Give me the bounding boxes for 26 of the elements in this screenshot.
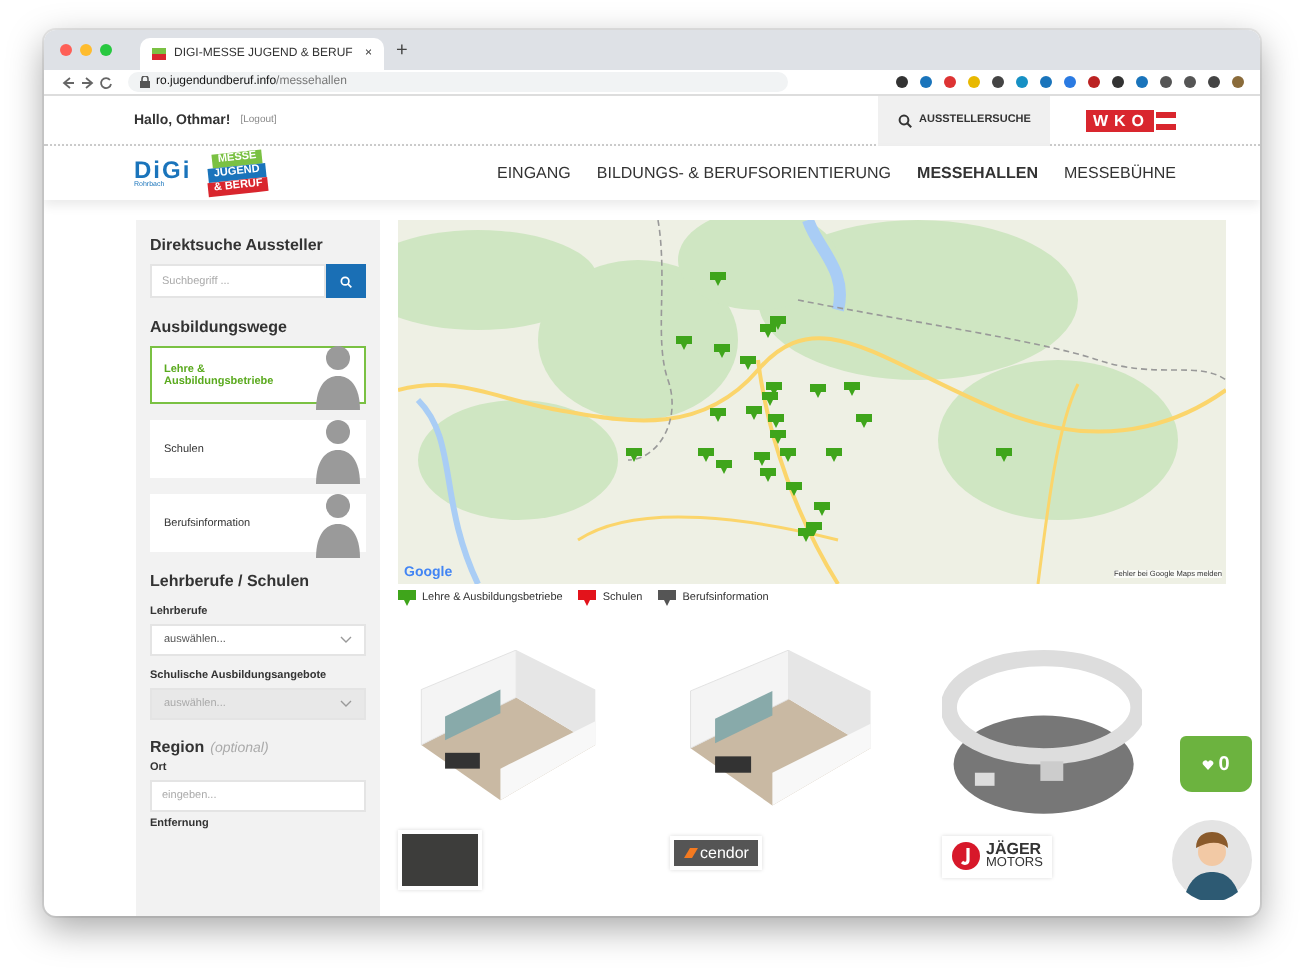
section-title: Region: [150, 738, 205, 756]
nav-link[interactable]: EINGANG: [496, 164, 571, 182]
company-logo: cendor: [670, 836, 763, 870]
chevron-down-icon: [340, 700, 352, 708]
wko-logo: WKO: [1086, 109, 1176, 131]
nav-link[interactable]: MESSEBÜHNE: [1063, 164, 1176, 182]
section-title: Direktsuche Aussteller: [150, 236, 325, 254]
new-tab-button[interactable]: +: [396, 39, 408, 61]
nav-link[interactable]: BILDUNGS- & BERUFSORIENTIERUNG: [596, 164, 892, 182]
search-icon: [897, 113, 912, 127]
section-title: Ausbildungswege: [150, 318, 289, 336]
chevron-down-icon: [340, 636, 352, 644]
avatar-icon[interactable]: [1172, 820, 1252, 900]
nav-link[interactable]: MESSEHALLEN: [917, 164, 1038, 182]
company-logo: [398, 830, 482, 890]
person-silhouette: [312, 489, 364, 557]
search-button[interactable]: [326, 264, 366, 298]
site-icon: [152, 48, 166, 60]
person-silhouette: [312, 415, 364, 483]
lock-icon: [140, 76, 150, 88]
section-title: Lehrberufe / Schulen: [150, 572, 312, 590]
search-icon: [340, 275, 352, 287]
person-silhouette: [312, 341, 364, 409]
window-controls: [60, 44, 112, 56]
heart-icon: [1202, 759, 1215, 769]
navigation-icons[interactable]: [60, 75, 116, 89]
